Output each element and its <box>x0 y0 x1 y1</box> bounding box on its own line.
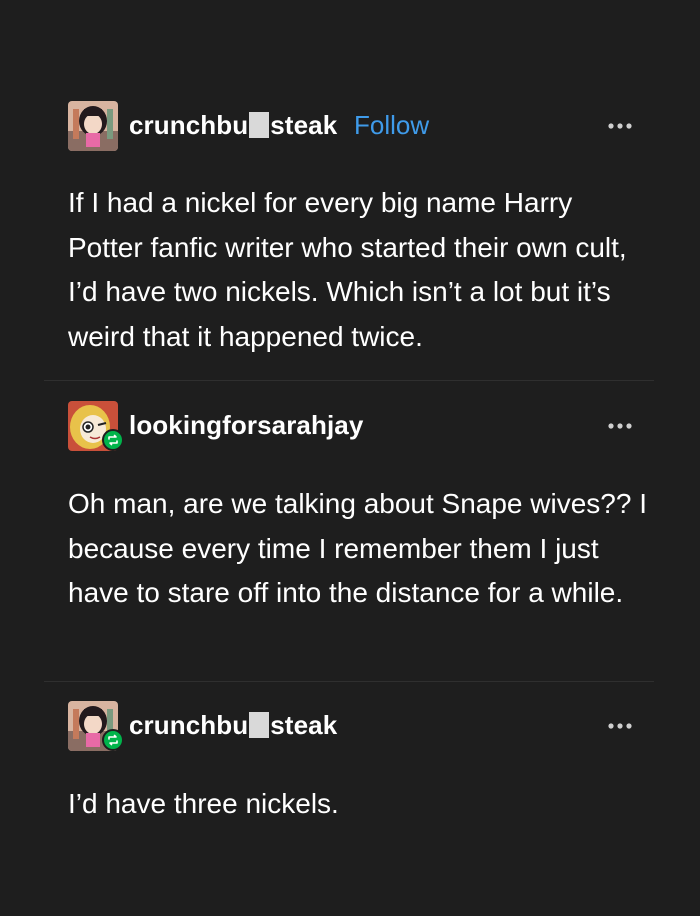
ellipsis-icon[interactable] <box>606 715 634 735</box>
divider <box>44 681 654 682</box>
post-body: I’d have three nickels. <box>68 788 339 819</box>
username-text: steak <box>270 110 338 140</box>
avatar[interactable] <box>68 101 118 151</box>
tumblr-thread: crunchbu steak Follow If I had a nickel f… <box>0 0 700 916</box>
username-text: steak <box>270 710 338 740</box>
post-body: Oh man, are we talking about Snape wives… <box>68 488 648 608</box>
username[interactable]: crunchbu steak <box>129 110 337 141</box>
post-header: crunchbu steak <box>68 701 638 751</box>
reblog-icon <box>102 729 124 751</box>
post-body: If I had a nickel for every big name Har… <box>68 187 627 352</box>
post-header: lookingforsarahjay <box>68 401 638 451</box>
ellipsis-icon[interactable] <box>606 115 634 135</box>
divider <box>44 380 654 381</box>
username[interactable]: lookingforsarahjay <box>129 410 363 441</box>
username-text: crunchbu <box>129 110 249 140</box>
anime-girl-avatar-icon <box>68 101 118 151</box>
username[interactable]: crunchbu steak <box>129 710 337 741</box>
follow-button[interactable]: Follow <box>354 110 429 141</box>
reblog-icon <box>102 429 124 451</box>
redaction-block <box>249 112 270 138</box>
ellipsis-icon[interactable] <box>606 415 634 435</box>
username-text: crunchbu <box>129 710 249 740</box>
redaction-block <box>249 712 270 738</box>
post-header: crunchbu steak Follow <box>68 101 638 151</box>
